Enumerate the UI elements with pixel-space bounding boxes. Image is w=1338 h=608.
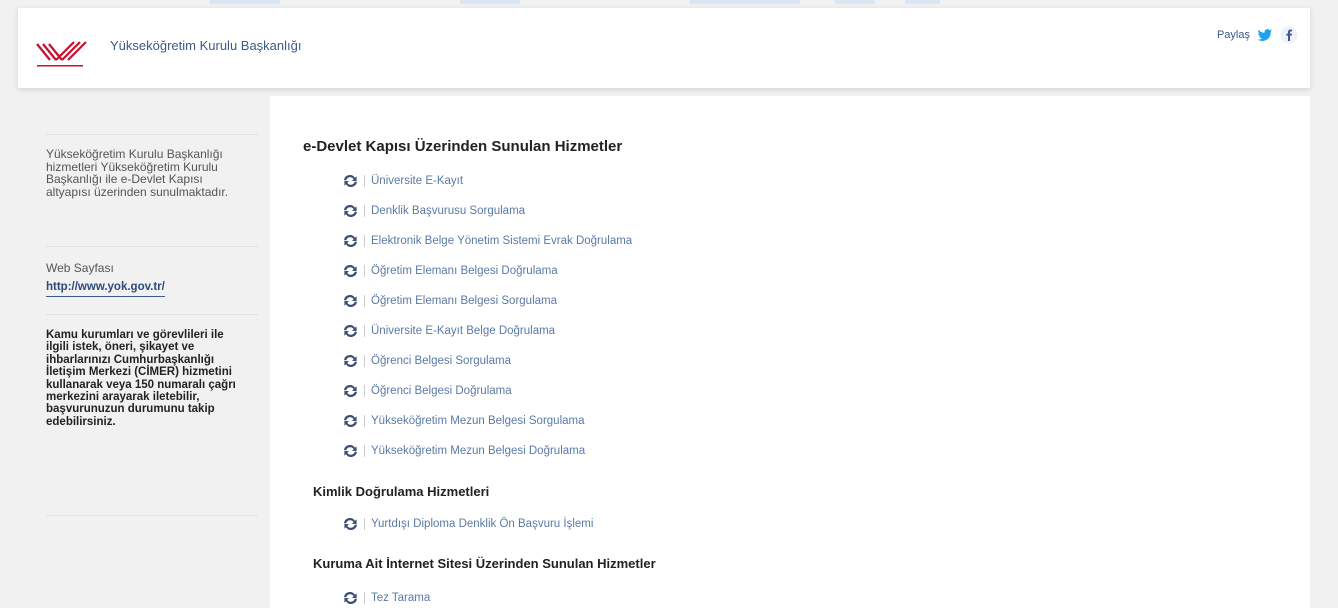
sidebar-description: Yükseköğretim Kurulu Başkanlığı hizmetle… <box>46 147 229 199</box>
refresh-arrows-icon <box>342 234 359 248</box>
share-bar: Paylaş <box>1217 26 1298 44</box>
refresh-arrows-icon <box>342 294 359 308</box>
refresh-arrows-icon <box>342 517 359 531</box>
separator <box>364 385 365 397</box>
service-link[interactable]: Tez Tarama <box>342 590 430 606</box>
service-label[interactable]: Tez Tarama <box>371 592 430 604</box>
refresh-arrows-icon <box>342 204 359 218</box>
cimer-info: Kamu kurumları ve görevlileri ile ilgili… <box>46 329 236 428</box>
separator <box>364 235 365 247</box>
refresh-arrows-icon <box>342 591 359 605</box>
twitter-icon[interactable] <box>1256 26 1274 44</box>
service-link[interactable]: Öğrenci Belgesi Sorgulama <box>342 353 511 369</box>
service-link[interactable]: Öğretim Elemanı Belgesi Doğrulama <box>342 263 558 279</box>
service-label[interactable]: Denklik Başvurusu Sorgulama <box>371 205 525 217</box>
separator <box>364 175 365 187</box>
service-label[interactable]: Yükseköğretim Mezun Belgesi Doğrulama <box>371 445 585 457</box>
service-label[interactable]: Öğrenci Belgesi Sorgulama <box>371 355 511 367</box>
service-link[interactable]: Yükseköğretim Mezun Belgesi Sorgulama <box>342 413 585 429</box>
refresh-arrows-icon <box>342 324 359 338</box>
service-link[interactable]: Yükseköğretim Mezun Belgesi Doğrulama <box>342 443 585 459</box>
site-header: Yükseköğretim Kurulu Başkanlığı Paylaş <box>18 8 1310 88</box>
service-link[interactable]: Öğrenci Belgesi Doğrulama <box>342 383 512 399</box>
sidebar-divider <box>46 134 258 135</box>
service-label[interactable]: Yükseköğretim Mezun Belgesi Sorgulama <box>371 415 585 427</box>
service-link[interactable]: Üniversite E-Kayıt Belge Doğrulama <box>342 323 555 339</box>
service-link[interactable]: Yurtdışı Diploma Denklik Ön Başvuru İşle… <box>342 516 593 532</box>
sidebar-divider <box>46 314 258 315</box>
service-link[interactable]: Üniversite E-Kayıt <box>342 173 463 189</box>
service-label[interactable]: Üniversite E-Kayıt <box>371 175 463 187</box>
facebook-icon[interactable] <box>1280 26 1298 44</box>
separator <box>364 415 365 427</box>
service-label[interactable]: Elektronik Belge Yönetim Sistemi Evrak D… <box>371 235 632 247</box>
main-content: e-Devlet Kapısı Üzerinden Sunulan Hizmet… <box>270 96 1310 608</box>
refresh-arrows-icon <box>342 264 359 278</box>
separator <box>364 445 365 457</box>
refresh-arrows-icon <box>342 174 359 188</box>
service-label[interactable]: Öğretim Elemanı Belgesi Sorgulama <box>371 295 557 307</box>
refresh-arrows-icon <box>342 354 359 368</box>
sidebar: Yükseköğretim Kurulu Başkanlığı hizmetle… <box>18 96 268 608</box>
sidebar-divider <box>46 246 258 247</box>
separator <box>364 518 365 530</box>
institution-name[interactable]: Yükseköğretim Kurulu Başkanlığı <box>110 38 301 53</box>
separator <box>364 295 365 307</box>
refresh-arrows-icon <box>342 384 359 398</box>
refresh-arrows-icon <box>342 414 359 428</box>
service-link[interactable]: Öğretim Elemanı Belgesi Sorgulama <box>342 293 557 309</box>
separator <box>364 592 365 604</box>
sidebar-divider <box>46 515 258 516</box>
refresh-arrows-icon <box>342 444 359 458</box>
section-title-edevlet: e-Devlet Kapısı Üzerinden Sunulan Hizmet… <box>303 138 623 155</box>
service-link[interactable]: Elektronik Belge Yönetim Sistemi Evrak D… <box>342 233 632 249</box>
service-label[interactable]: Öğrenci Belgesi Doğrulama <box>371 385 512 397</box>
yok-logo-icon[interactable] <box>34 38 90 72</box>
web-page-title: Web Sayfası <box>46 261 114 275</box>
service-label[interactable]: Yurtdışı Diploma Denklik Ön Başvuru İşle… <box>371 518 593 530</box>
service-link[interactable]: Denklik Başvurusu Sorgulama <box>342 203 525 219</box>
service-label[interactable]: Öğretim Elemanı Belgesi Doğrulama <box>371 265 558 277</box>
top-strip <box>0 0 1338 4</box>
separator <box>364 325 365 337</box>
section-title-kimlik: Kimlik Doğrulama Hizmetleri <box>313 484 490 499</box>
share-label: Paylaş <box>1216 29 1250 41</box>
separator <box>364 265 365 277</box>
service-label[interactable]: Üniversite E-Kayıt Belge Doğrulama <box>371 325 555 337</box>
separator <box>364 205 365 217</box>
web-page-link[interactable]: http://www.yok.gov.tr/ <box>46 281 165 297</box>
section-title-kurum: Kuruma Ait İnternet Sitesi Üzerinden Sun… <box>313 556 656 571</box>
separator <box>364 355 365 367</box>
